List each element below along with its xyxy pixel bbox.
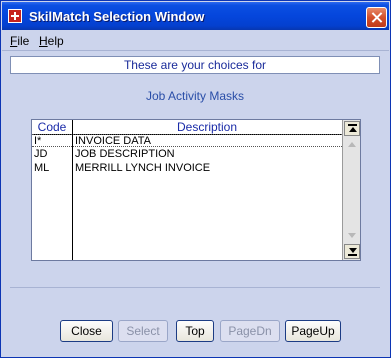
table-row[interactable]: ML MERRILL LYNCH INVOICE <box>32 162 342 175</box>
list-subtitle: Job Activity Masks <box>145 89 245 103</box>
selection-window: SkilMatch Selection Window File Help The… <box>0 0 391 358</box>
title-bar[interactable]: SkilMatch Selection Window <box>2 2 389 30</box>
top-button[interactable]: Top <box>176 320 214 342</box>
table-row[interactable]: JD JOB DESCRIPTION <box>32 148 342 161</box>
choices-table[interactable]: Code Description I* INVOICE DATA JD JOB … <box>31 119 361 261</box>
page-up-button[interactable]: PageUp <box>285 320 341 342</box>
menu-help-hotkey: H <box>39 34 48 48</box>
scroll-to-bottom-button[interactable] <box>344 244 360 259</box>
menu-file[interactable]: File <box>10 34 29 48</box>
cell-code: JD <box>34 148 48 160</box>
scroll-down-arrow-icon <box>348 233 356 238</box>
cell-description: INVOICE DATA <box>75 135 151 147</box>
scroll-up-button[interactable] <box>344 137 360 152</box>
scroll-down-button[interactable] <box>344 228 360 243</box>
menu-help[interactable]: Help <box>39 34 64 48</box>
app-icon <box>8 9 22 23</box>
cell-description: MERRILL LYNCH INVOICE <box>75 162 211 174</box>
scroll-up-arrow-icon <box>348 142 356 147</box>
table-header: Code Description <box>32 120 342 135</box>
close-button[interactable]: Close <box>60 320 113 342</box>
menu-file-label: ile <box>17 34 30 48</box>
scroll-top-arrow-icon <box>349 127 357 132</box>
page-down-button[interactable]: PageDn <box>220 320 280 342</box>
scroll-bottom-bar-icon <box>348 254 357 256</box>
cell-code: I* <box>34 135 42 147</box>
window-title: SkilMatch Selection Window <box>29 9 205 24</box>
cell-code: ML <box>34 162 50 174</box>
scroll-bottom-arrow-icon <box>349 248 357 253</box>
scroll-to-top-button[interactable] <box>344 121 360 136</box>
close-window-icon[interactable] <box>366 7 387 28</box>
table-row[interactable]: I* INVOICE DATA <box>32 134 342 147</box>
scroll-top-bar-icon <box>348 124 357 126</box>
menu-bar: File Help <box>2 30 389 51</box>
cell-description: JOB DESCRIPTION <box>75 148 175 160</box>
choices-header: These are your choices for <box>10 56 380 74</box>
section-divider <box>10 287 380 288</box>
menu-help-label: elp <box>47 34 64 48</box>
select-button[interactable]: Select <box>118 320 168 342</box>
column-header-description[interactable]: Description <box>72 120 342 134</box>
vertical-scrollbar[interactable] <box>342 120 360 260</box>
column-header-code[interactable]: Code <box>34 120 70 134</box>
